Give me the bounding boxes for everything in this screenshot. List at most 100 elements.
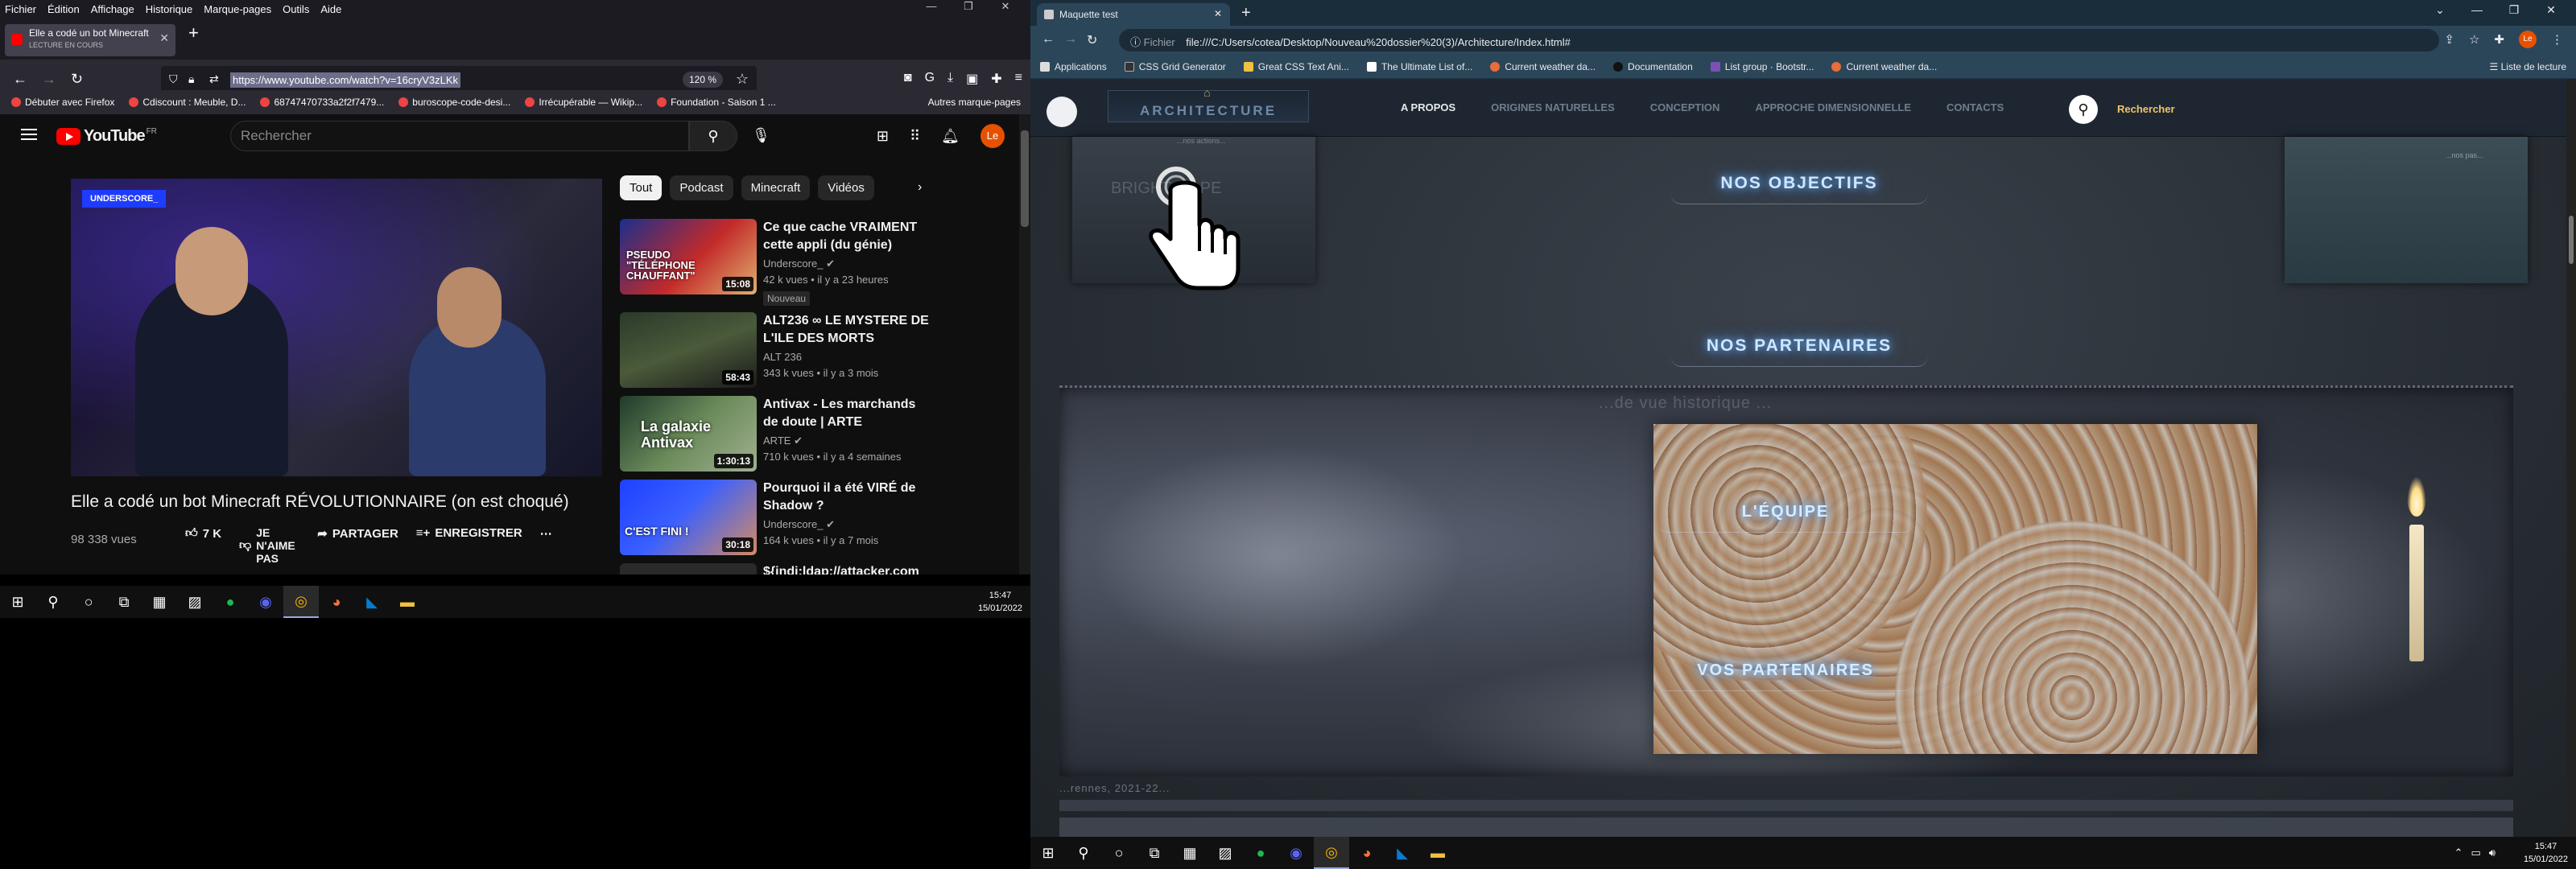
scrollbar-thumb[interactable] bbox=[1021, 130, 1029, 227]
forward-icon[interactable]: → bbox=[42, 71, 56, 88]
search-icon[interactable]: ⚲ bbox=[1066, 837, 1101, 869]
bookmark-star-icon[interactable]: ☆ bbox=[2469, 32, 2479, 47]
close-icon[interactable]: ✕ bbox=[987, 0, 1024, 13]
reload-icon[interactable]: ↻ bbox=[1087, 32, 1097, 48]
bookmark-item[interactable]: 68747470733a2f2f7479... bbox=[260, 97, 384, 108]
site-logo[interactable]: ⌂ ARCHITECTURE bbox=[1108, 87, 1309, 122]
calculator-icon[interactable]: ▦ bbox=[142, 586, 177, 618]
reload-icon[interactable]: ↻ bbox=[71, 71, 83, 88]
close-icon[interactable]: ✕ bbox=[2533, 3, 2570, 17]
search-icon[interactable]: ⚲ bbox=[35, 586, 71, 618]
bookmark-item[interactable]: Great CSS Text Ani... bbox=[1243, 61, 1349, 72]
nav-origines-naturelles[interactable]: ORIGINES NATURELLES bbox=[1491, 101, 1615, 113]
windows-start-icon[interactable]: ⊞ bbox=[1030, 837, 1066, 869]
extensions-icon[interactable]: ✚ bbox=[991, 71, 1001, 87]
chip-videos[interactable]: Vidéos bbox=[818, 175, 874, 200]
search-icon[interactable]: ⚲ bbox=[2069, 95, 2098, 124]
bookmark-item[interactable]: Débuter avec Firefox bbox=[11, 97, 114, 108]
calculator-icon[interactable]: ▦ bbox=[1172, 837, 1208, 869]
omnibox[interactable]: ⓘ Fichier file:///C:/Users/cotea/Desktop… bbox=[1119, 29, 2439, 51]
volume-icon[interactable]: 🔊︎ bbox=[2489, 846, 2496, 859]
bookmark-item[interactable]: Foundation - Saison 1 ... bbox=[657, 97, 776, 108]
minimize-icon[interactable]: — bbox=[913, 0, 950, 13]
task-view-icon[interactable]: ⧉ bbox=[106, 586, 142, 618]
file-explorer-icon[interactable]: ▬ bbox=[1420, 837, 1455, 869]
dislike-button[interactable]: 👎︎ JE N'AIME PAS bbox=[239, 526, 299, 565]
avatar[interactable]: Le bbox=[980, 124, 1005, 148]
youtube-logo[interactable]: YouTube FR bbox=[56, 127, 157, 146]
vscode-icon[interactable]: ◣ bbox=[354, 586, 390, 618]
bookmark-item[interactable]: Documentation bbox=[1613, 61, 1693, 72]
bookmark-item[interactable]: Applications bbox=[1040, 61, 1107, 72]
zoom-level[interactable]: 120 % bbox=[682, 72, 723, 88]
kebab-menu-icon[interactable]: ⋮ bbox=[2551, 32, 2563, 47]
cortana-icon[interactable]: ○ bbox=[71, 586, 106, 618]
nav-conception[interactable]: CONCEPTION bbox=[1650, 101, 1720, 113]
logo-circle[interactable] bbox=[1046, 97, 1077, 127]
pocket-icon[interactable]: ◙ bbox=[904, 71, 912, 87]
url-text[interactable]: https://www.youtube.com/watch?v=16cryV3z… bbox=[230, 72, 460, 88]
recommendation-item[interactable]: C'EST FINI ! 30:18 Pourquoi il a été VIR… bbox=[620, 480, 1014, 557]
firefox-icon[interactable]: ◕ bbox=[1349, 837, 1385, 869]
spotify-icon[interactable]: ● bbox=[1243, 837, 1278, 869]
new-tab-icon[interactable]: + bbox=[1241, 4, 1251, 23]
bookmark-item[interactable]: CSS Grid Generator bbox=[1124, 61, 1226, 72]
shield-icon[interactable]: ⛉ bbox=[169, 72, 178, 86]
tab-close-icon[interactable]: ✕ bbox=[159, 31, 169, 45]
nav-a-propos[interactable]: A PROPOS bbox=[1401, 101, 1455, 113]
save-button[interactable]: ≡+ ENREGISTRER bbox=[416, 526, 522, 540]
nav-approche-dimensionnelle[interactable]: APPROCHE DIMENSIONNELLE bbox=[1755, 101, 1911, 113]
share-button[interactable]: ➦ PARTAGER bbox=[317, 526, 398, 542]
tab-search-icon[interactable]: ⌄ bbox=[2421, 3, 2458, 17]
photos-icon[interactable]: ▨ bbox=[1208, 837, 1243, 869]
spotify-icon[interactable]: ● bbox=[213, 586, 248, 618]
apps-grid-icon[interactable]: ⠿ bbox=[910, 128, 920, 145]
download-icon[interactable]: ⤓ bbox=[947, 71, 953, 87]
minimize-icon[interactable]: — bbox=[2458, 3, 2496, 17]
youtube-scrollbar[interactable] bbox=[1019, 114, 1030, 575]
lock-icon[interactable]: 🔒︎ bbox=[188, 72, 194, 86]
chip-tout[interactable]: Tout bbox=[620, 175, 663, 200]
back-icon[interactable]: ← bbox=[1042, 32, 1055, 47]
microphone-icon[interactable]: 🎙︎ bbox=[752, 127, 770, 144]
info-icon[interactable]: ⓘ bbox=[1130, 36, 1144, 48]
recommendation-item[interactable]: PSEUDO "TÉLÉPHONE CHAUFFANT" 15:08 Ce qu… bbox=[620, 219, 1014, 306]
bookmark-star-icon[interactable]: ☆ bbox=[736, 71, 749, 88]
menu-aide[interactable]: Aide bbox=[320, 3, 341, 15]
recommendation-item[interactable]: La galaxie Antivax 1:30:13 Antivax - Les… bbox=[620, 396, 1014, 473]
cortana-icon[interactable]: ○ bbox=[1101, 837, 1137, 869]
bookmark-item[interactable]: Current weather da... bbox=[1831, 61, 1937, 72]
like-button[interactable]: 👍︎ 7 K bbox=[185, 526, 221, 541]
page-scrollbar[interactable] bbox=[2566, 79, 2576, 837]
search-link[interactable]: Rechercher bbox=[2117, 103, 2175, 115]
extensions-puzzle-icon[interactable]: ✚ bbox=[2494, 32, 2504, 47]
reading-list[interactable]: ☰ Liste de lecture bbox=[2490, 61, 2566, 72]
photos-icon[interactable]: ▨ bbox=[177, 586, 213, 618]
firefox-icon[interactable]: ◕ bbox=[319, 586, 354, 618]
more-actions-icon[interactable]: ⋯ bbox=[540, 526, 552, 541]
hamburger-icon[interactable] bbox=[21, 129, 37, 140]
bookmark-item[interactable]: Cdiscount : Meuble, D... bbox=[129, 97, 246, 108]
hamburger-menu-icon[interactable]: ≡ bbox=[1015, 71, 1022, 87]
share-icon[interactable]: ⇪ bbox=[2444, 32, 2454, 47]
task-view-icon[interactable]: ⧉ bbox=[1137, 837, 1172, 869]
new-tab-icon[interactable]: + bbox=[188, 23, 199, 43]
forward-icon[interactable]: → bbox=[1064, 32, 1077, 47]
chevron-right-icon[interactable]: › bbox=[918, 180, 922, 195]
menu-outils[interactable]: Outils bbox=[283, 3, 309, 15]
taskbar-clock[interactable]: 15:47 15/01/2022 bbox=[2524, 840, 2568, 866]
bookmark-item[interactable]: buroscope-code-desi... bbox=[398, 97, 510, 108]
recommendation-item[interactable]: 58:43 ALT236 ∞ LE MYSTERE DE L'ILE DES M… bbox=[620, 312, 1014, 389]
create-video-icon[interactable]: ⊞ bbox=[877, 128, 889, 145]
tab-maquette[interactable]: Maquette test ✕ bbox=[1037, 3, 1230, 26]
other-bookmarks[interactable]: Autres marque-pages bbox=[928, 97, 1021, 108]
menu-fichier[interactable]: Fichier bbox=[5, 3, 36, 15]
permissions-icon[interactable]: ⇄ bbox=[209, 72, 219, 86]
restore-icon[interactable]: ❐ bbox=[2496, 3, 2533, 17]
back-icon[interactable]: ← bbox=[13, 71, 27, 88]
url-text[interactable]: file:///C:/Users/cotea/Desktop/Nouveau%2… bbox=[1186, 36, 1571, 48]
network-icon[interactable]: ▭ bbox=[2471, 846, 2481, 859]
nav-contacts[interactable]: CONTACTS bbox=[1946, 101, 2004, 113]
bookmark-item[interactable]: Current weather da... bbox=[1490, 61, 1596, 72]
bookmark-item[interactable]: Irrécupérable — Wikip... bbox=[525, 97, 642, 108]
